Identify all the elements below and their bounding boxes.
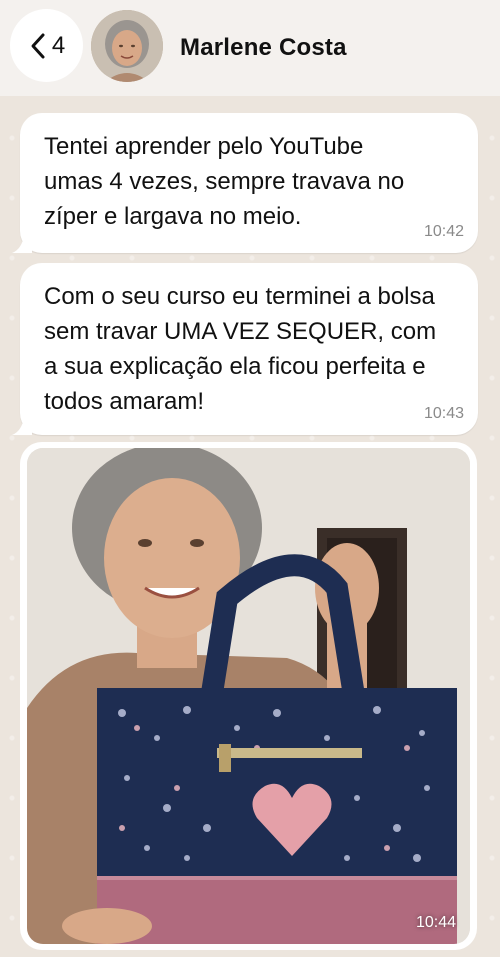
unread-count: 4 [51,31,66,59]
back-button[interactable]: 4 [10,9,83,82]
message-time: 10:43 [423,405,464,422]
photo-woman-with-bag[interactable]: 10:44 [27,448,470,944]
message-time: 10:42 [423,223,464,240]
bubble-tail [12,417,32,435]
chevron-left-icon [31,33,45,58]
message-text: Tentei aprender pelo YouTube umas 4 veze… [44,133,405,230]
message-bubble[interactable]: Tentei aprender pelo YouTube umas 4 veze… [12,113,478,253]
message-bubble[interactable]: Com o seu curso eu terminei a bolsa sem … [12,263,478,435]
image-message-bubble[interactable]: 10:44 [20,442,477,950]
contact-name[interactable]: Marlene Costa [180,34,347,62]
message-time: 10:44 [415,914,456,931]
chat-header: 4 Marlene Costa [0,0,500,96]
bubble-tail [12,235,32,253]
message-text: Com o seu curso eu terminei a bolsa sem … [44,283,437,415]
avatar[interactable] [91,10,163,82]
